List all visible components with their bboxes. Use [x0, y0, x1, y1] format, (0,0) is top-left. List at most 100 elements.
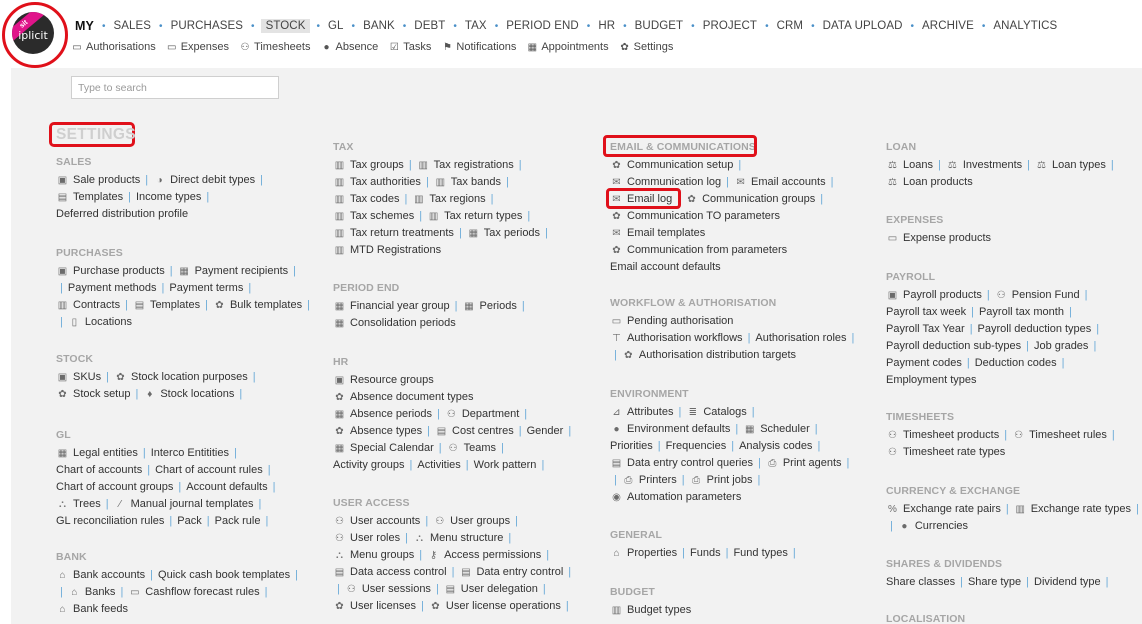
settings-link-expense-products[interactable]: ▭ Expense products	[886, 230, 991, 247]
settings-link-job-grades[interactable]: Job grades	[1034, 338, 1088, 355]
settings-link-mtd-registrations[interactable]: ▥ MTD Registrations	[333, 242, 441, 259]
nav-data-upload[interactable]: DATA UPLOAD	[821, 19, 905, 33]
settings-link-attributes[interactable]: ⊿ Attributes	[610, 404, 673, 421]
settings-link-templates[interactable]: ▤ Templates	[133, 297, 200, 314]
settings-link-quick-cash-book-templates[interactable]: Quick cash book templates	[158, 567, 290, 584]
settings-link-absence-periods[interactable]: ▦ Absence periods	[333, 406, 432, 423]
settings-link-scheduler[interactable]: ▦ Scheduler	[743, 421, 810, 438]
subnav-timesheets[interactable]: ⚇ Timesheets	[239, 41, 311, 53]
settings-link-share-type[interactable]: Share type	[968, 574, 1021, 591]
nav-project[interactable]: PROJECT	[701, 19, 759, 33]
settings-link-user-licenses[interactable]: ✿ User licenses	[333, 598, 416, 615]
settings-link-consolidation-periods[interactable]: ▦ Consolidation periods	[333, 315, 456, 332]
subnav-appointments[interactable]: ▦ Appointments	[526, 41, 609, 53]
settings-link-payroll-tax-month[interactable]: Payroll tax month	[979, 304, 1064, 321]
settings-link-department[interactable]: ⚇ Department	[445, 406, 519, 423]
settings-link-payroll-tax-week[interactable]: Payroll tax week	[886, 304, 966, 321]
settings-link-budget-types[interactable]: ▥ Budget types	[610, 602, 691, 619]
settings-link-data-access-control[interactable]: ▤ Data access control	[333, 564, 447, 581]
settings-link-properties[interactable]: ⌂ Properties	[610, 545, 677, 562]
settings-link-tax-bands[interactable]: ▥ Tax bands	[434, 174, 501, 191]
settings-link-timesheet-rules[interactable]: ⚇ Timesheet rules	[1012, 427, 1107, 444]
settings-link-print-agents[interactable]: ⎙ Print agents	[766, 455, 841, 472]
settings-link-direct-debit-types[interactable]: ◑ Direct debit types	[153, 172, 256, 189]
subnav-notifications[interactable]: ⚑ Notifications	[441, 41, 516, 53]
settings-link-tax-return-types[interactable]: ▥ Tax return types	[427, 208, 523, 225]
settings-link-communication-setup[interactable]: ✿ Communication setup	[610, 157, 733, 174]
nav-period-end[interactable]: PERIOD END	[504, 19, 581, 33]
settings-link-tax-registrations[interactable]: ▥ Tax registrations	[417, 157, 513, 174]
settings-link-analysis-codes[interactable]: Analysis codes	[739, 438, 812, 455]
nav-archive[interactable]: ARCHIVE	[920, 19, 976, 33]
settings-link-stock-setup[interactable]: ✿ Stock setup	[56, 386, 130, 403]
settings-link-authorisation-distribution-targets[interactable]: ✿ Authorisation distribution targets	[622, 347, 796, 364]
settings-link-timesheet-rate-types[interactable]: ⚇ Timesheet rate types	[886, 444, 1005, 461]
subnav-absence[interactable]: ● Absence	[320, 41, 378, 53]
settings-link-email-account-defaults[interactable]: Email account defaults	[610, 259, 721, 276]
settings-link-manual-journal-templates[interactable]: ⁄ Manual journal templates	[114, 496, 253, 513]
settings-link-interco-entitities[interactable]: Interco Entitities	[151, 445, 229, 462]
settings-link-automation-parameters[interactable]: ◉ Automation parameters	[610, 489, 741, 506]
settings-link-environment-defaults[interactable]: ● Environment defaults	[610, 421, 730, 438]
settings-link-user-accounts[interactable]: ⚇ User accounts	[333, 513, 420, 530]
settings-link-email-accounts[interactable]: ✉ Email accounts	[734, 174, 825, 191]
settings-link-authorisation-roles[interactable]: Authorisation roles	[755, 330, 846, 347]
settings-link-legal-entities[interactable]: ▦ Legal entities	[56, 445, 138, 462]
settings-link-activity-groups[interactable]: Activity groups	[333, 457, 405, 474]
settings-link-catalogs[interactable]: ≣ Catalogs	[686, 404, 747, 421]
subnav-tasks[interactable]: ☑ Tasks	[388, 41, 432, 53]
settings-link-user-roles[interactable]: ⚇ User roles	[333, 530, 400, 547]
nav-hr[interactable]: HR	[596, 19, 617, 33]
search-input[interactable]	[71, 76, 279, 99]
settings-link-communication-from-parameters[interactable]: ✿ Communication from parameters	[610, 242, 787, 259]
settings-link-bank-accounts[interactable]: ⌂ Bank accounts	[56, 567, 145, 584]
settings-link-payment-terms[interactable]: Payment terms	[169, 280, 243, 297]
settings-link-payroll-deduction-sub-types[interactable]: Payroll deduction sub-types	[886, 338, 1021, 355]
settings-link-gender[interactable]: Gender	[527, 423, 564, 440]
settings-link-stock-locations[interactable]: ♦ Stock locations	[143, 386, 234, 403]
settings-link-account-defaults[interactable]: Account defaults	[186, 479, 267, 496]
settings-link-tax-codes[interactable]: ▥ Tax codes	[333, 191, 400, 208]
settings-link-activities[interactable]: Activities	[417, 457, 460, 474]
settings-link-contracts[interactable]: ▥ Contracts	[56, 297, 120, 314]
settings-link-periods[interactable]: ▦ Periods	[463, 298, 517, 315]
nav-debt[interactable]: DEBT	[412, 19, 447, 33]
nav-tax[interactable]: TAX	[463, 19, 489, 33]
nav-my[interactable]: MY	[73, 18, 96, 34]
nav-crm[interactable]: CRM	[775, 19, 806, 33]
settings-link-loan-types[interactable]: ⚖ Loan types	[1035, 157, 1106, 174]
settings-link-stock-location-purposes[interactable]: ✿ Stock location purposes	[114, 369, 248, 386]
settings-link-share-classes[interactable]: Share classes	[886, 574, 955, 591]
settings-link-payment-recipients[interactable]: ▦ Payment recipients	[178, 263, 288, 280]
settings-link-locations[interactable]: ▯ Locations	[68, 314, 132, 331]
subnav-settings[interactable]: ✿ Settings	[619, 41, 673, 53]
settings-link-templates[interactable]: ▤ Templates	[56, 189, 123, 206]
settings-link-email-templates[interactable]: ✉ Email templates	[610, 225, 705, 242]
settings-link-income-types[interactable]: Income types	[136, 189, 201, 206]
settings-link-gl-reconciliation-rules[interactable]: GL reconciliation rules	[56, 513, 164, 530]
settings-link-cashflow-forecast-rules[interactable]: ▭ Cashflow forecast rules	[128, 584, 260, 601]
settings-link-tax-return-treatments[interactable]: ▥ Tax return treatments	[333, 225, 454, 242]
settings-link-user-license-operations[interactable]: ✿ User license operations	[429, 598, 561, 615]
settings-link-data-entry-control[interactable]: ▤ Data entry control	[459, 564, 563, 581]
settings-link-user-delegation[interactable]: ▤ User delegation	[444, 581, 538, 598]
settings-link-financial-year-group[interactable]: ▦ Financial year group	[333, 298, 450, 315]
settings-link-tax-regions[interactable]: ▥ Tax regions	[412, 191, 486, 208]
settings-link-timesheet-products[interactable]: ⚇ Timesheet products	[886, 427, 999, 444]
settings-link-frequencies[interactable]: Frequencies	[666, 438, 727, 455]
settings-link-pension-fund[interactable]: ⚇ Pension Fund	[995, 287, 1080, 304]
settings-link-currencies[interactable]: ● Currencies	[898, 518, 968, 535]
settings-link-payroll-deduction-types[interactable]: Payroll deduction types	[978, 321, 1092, 338]
settings-link-investments[interactable]: ⚖ Investments	[946, 157, 1022, 174]
settings-link-tax-authorities[interactable]: ▥ Tax authorities	[333, 174, 421, 191]
settings-link-work-pattern[interactable]: Work pattern	[474, 457, 537, 474]
settings-link-payroll-tax-year[interactable]: Payroll Tax Year	[886, 321, 965, 338]
settings-link-fund-types[interactable]: Fund types	[733, 545, 787, 562]
nav-analytics[interactable]: ANALYTICS	[991, 19, 1059, 33]
settings-link-exchange-rate-types[interactable]: ▥ Exchange rate types	[1014, 501, 1131, 518]
settings-link-employment-types[interactable]: Employment types	[886, 372, 976, 389]
settings-link-tax-groups[interactable]: ▥ Tax groups	[333, 157, 404, 174]
nav-budget[interactable]: BUDGET	[633, 19, 686, 33]
settings-link-special-calendar[interactable]: ▦ Special Calendar	[333, 440, 434, 457]
settings-link-resource-groups[interactable]: ▣ Resource groups	[333, 372, 434, 389]
